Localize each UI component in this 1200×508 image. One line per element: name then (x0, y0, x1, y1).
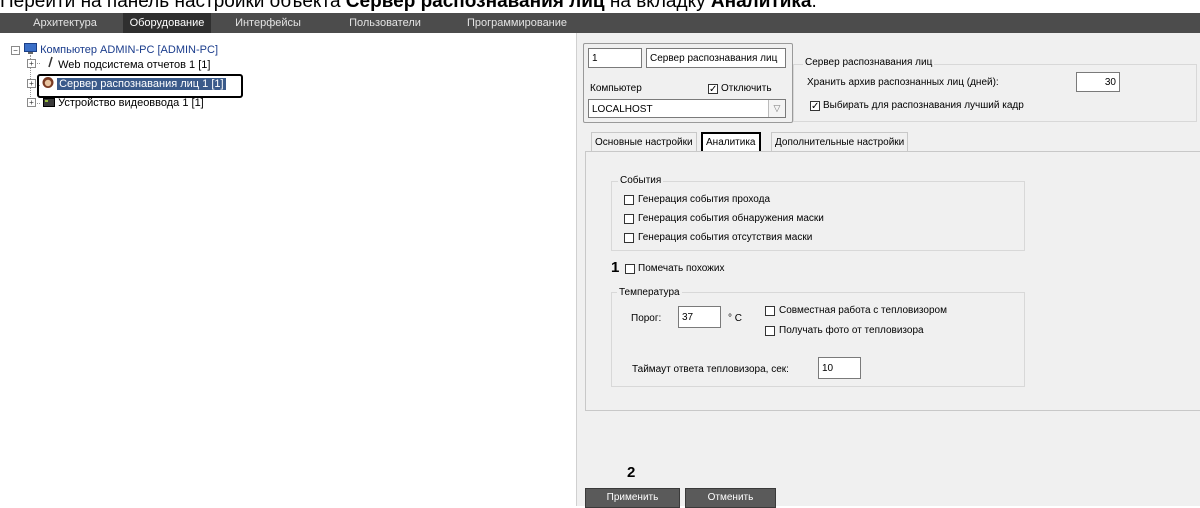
tab-main-settings[interactable]: Основные настройки (591, 132, 697, 153)
main-menubar: Архитектура Оборудование Интерфейсы Поль… (0, 13, 1200, 33)
tree-item-label: Устройство видеоввода 1 [1] (58, 97, 204, 109)
events-group-title: События (618, 175, 664, 186)
thermal-photo-checkbox[interactable] (765, 326, 775, 336)
event-no-mask-checkbox[interactable] (624, 233, 634, 243)
cancel-button[interactable]: Отменить (685, 488, 776, 508)
caption-object: Сервер распознавания лиц (345, 0, 605, 12)
thermal-joint-label: Совместная работа с тепловизором (779, 305, 947, 316)
tree-item-label: Web подсистема отчетов 1 [1] (58, 59, 211, 71)
tab-additional-settings[interactable]: Дополнительные настройки (771, 132, 909, 153)
threshold-label: Порог: (631, 313, 662, 324)
instruction-caption: Перейти на панель настройки объекта Серв… (0, 0, 1200, 13)
apply-button[interactable]: Применить (585, 488, 680, 508)
archive-days-field[interactable]: 30 (1076, 72, 1120, 92)
chevron-down-icon[interactable]: ▽ (768, 100, 785, 117)
web-report-icon (46, 56, 55, 73)
object-name-field[interactable]: Сервер распознавания лиц (646, 48, 786, 68)
caption-middle: на вкладку (604, 0, 711, 12)
tab-programming[interactable]: Программирование (462, 13, 572, 33)
computer-icon (24, 43, 37, 54)
threshold-field[interactable]: 37 (678, 306, 721, 328)
event-no-mask-label: Генерация события отсутствия маски (638, 232, 813, 243)
thermal-timeout-label: Таймаут ответа тепловизора, сек: (632, 364, 789, 375)
threshold-unit: ° C (728, 313, 742, 324)
disable-label: Отключить (721, 83, 772, 94)
best-frame-checkbox[interactable]: ✓ (810, 101, 820, 112)
collapse-icon[interactable]: − (11, 46, 20, 55)
video-device-icon (43, 98, 55, 107)
server-settings-group (793, 64, 1197, 122)
thermal-photo-label: Получать фото от тепловизора (779, 325, 924, 336)
best-frame-label: Выбирать для распознавания лучший кадр (823, 100, 1024, 111)
event-pass-label: Генерация события прохода (638, 194, 771, 205)
event-pass-checkbox[interactable] (624, 195, 634, 205)
disable-checkbox[interactable]: ✓ (708, 84, 718, 95)
event-mask-detected-label: Генерация события обнаружения маски (638, 213, 824, 224)
caption-tab: Аналитика (710, 0, 812, 12)
mark-similar-checkbox[interactable] (625, 264, 635, 274)
server-group-title: Сервер распознавания лиц (803, 57, 935, 68)
computer-label: Компьютер (590, 83, 642, 94)
event-mask-detected-checkbox[interactable] (624, 214, 634, 224)
tab-hardware[interactable]: Оборудование (123, 13, 211, 33)
caption-suffix: . (811, 0, 817, 12)
temperature-group-title: Температура (617, 287, 682, 298)
expand-icon[interactable]: + (27, 98, 36, 107)
annotation-marker-2: 2 (627, 464, 636, 481)
tree-item-label: Компьютер ADMIN-PC [ADMIN-PC] (40, 44, 218, 56)
thermal-timeout-field[interactable]: 10 (818, 357, 861, 379)
tree-item-video-input[interactable]: Устройство видеоввода 1 [1] (43, 95, 204, 111)
annotation-marker-1: 1 (611, 259, 620, 276)
object-id-field[interactable]: 1 (588, 48, 642, 68)
computer-select-value: LOCALHOST (592, 104, 653, 115)
archive-days-label: Хранить архив распознанных лиц (дней): (807, 77, 999, 88)
caption-prefix: Перейти на панель настройки объекта (0, 0, 346, 12)
expand-icon[interactable]: + (27, 79, 36, 88)
tab-users[interactable]: Пользователи (345, 13, 425, 33)
object-tree-pane: − Компьютер ADMIN-PC [ADMIN-PC] + Web по… (0, 33, 576, 506)
tab-architecture[interactable]: Архитектура (20, 13, 110, 33)
tab-interfaces[interactable]: Интерфейсы (228, 13, 308, 33)
settings-pane: 1 Сервер распознавания лиц Компьютер ✓ О… (576, 33, 1200, 508)
mark-similar-label: Помечать похожих (638, 263, 725, 274)
tree-item-web-reports[interactable]: Web подсистема отчетов 1 [1] (46, 56, 210, 72)
thermal-joint-checkbox[interactable] (765, 306, 775, 316)
expand-icon[interactable]: + (27, 59, 36, 68)
computer-select[interactable]: LOCALHOST ▽ (588, 99, 786, 118)
